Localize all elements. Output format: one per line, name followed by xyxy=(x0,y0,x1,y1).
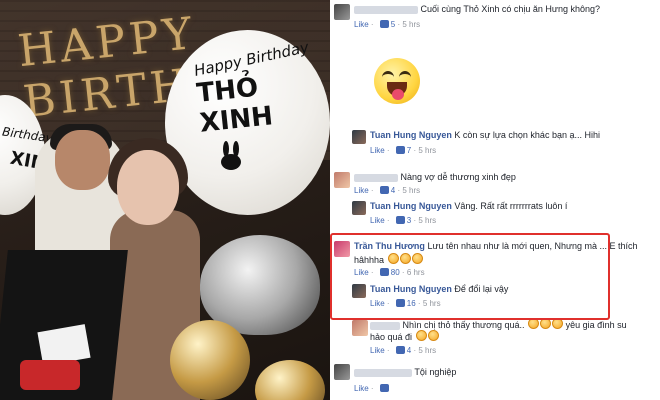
blurred-name xyxy=(370,321,400,330)
like-count[interactable]: 7 xyxy=(407,146,411,155)
like-link[interactable]: Like xyxy=(370,216,385,225)
comment-body: Vâng. Rất rất rrrrrrrats luôn í xyxy=(454,201,568,211)
like-link[interactable]: Like xyxy=(354,384,369,393)
comment-text: Nàng vợ dễ thương xinh đẹp xyxy=(354,172,516,183)
like-count[interactable]: 5 xyxy=(391,20,395,29)
avatar[interactable] xyxy=(352,130,366,144)
comment-body: K còn sự lựa chọn khác bạn ạ... Hihi xyxy=(454,130,600,140)
comments-panel[interactable]: Cuối cùng Thỏ Xinh có chịu ăn Hưng không… xyxy=(330,0,660,400)
birthday-photo: HAPPY BIRTHDAY Birthday XINH Happy Birth… xyxy=(0,0,330,400)
tongue-out-sticker-icon xyxy=(374,58,420,104)
comment-body: hảo quá đi xyxy=(370,332,413,342)
blurred-name xyxy=(354,173,398,182)
like-link[interactable]: Like xyxy=(370,346,385,355)
comment-text: Tội nghiệp xyxy=(354,367,456,378)
avatar[interactable] xyxy=(334,4,350,20)
thumbs-up-icon xyxy=(379,186,389,194)
comment-body: yêu gia đình su xyxy=(565,320,627,330)
comment-author[interactable]: Tuan Hung Nguyen xyxy=(370,201,452,211)
smile-emoji-icon xyxy=(415,330,427,341)
comment-body: Cuối cùng Thỏ Xinh có chịu ăn Hưng không… xyxy=(420,4,600,14)
comment-body: Nàng vợ dễ thương xinh đẹp xyxy=(400,172,516,182)
avatar[interactable] xyxy=(352,320,368,336)
gold-balloon xyxy=(255,360,325,400)
comment-text: Tuan Hung Nguyen Vâng. Rất rất rrrrrrrat… xyxy=(370,201,567,212)
man-head xyxy=(55,130,110,190)
like-count[interactable]: 3 xyxy=(407,216,411,225)
timestamp[interactable]: 5 hrs xyxy=(418,216,436,225)
like-count[interactable]: 4 xyxy=(391,186,395,195)
blurred-name xyxy=(354,5,418,14)
like-link[interactable]: Like xyxy=(354,186,369,195)
comment-body: Tội nghiệp xyxy=(414,367,457,377)
avatar[interactable] xyxy=(334,364,350,380)
comment-meta: Like · xyxy=(354,384,391,393)
like-link[interactable]: Like xyxy=(370,146,385,155)
timestamp[interactable]: 5 hrs xyxy=(402,20,420,29)
smile-emoji-icon xyxy=(427,330,439,341)
comment-meta: Like · 4 · 5 hrs xyxy=(370,346,437,355)
bunny-icon xyxy=(221,141,241,170)
highlight-box xyxy=(330,233,610,320)
thumbs-up-icon xyxy=(379,384,389,392)
avatar[interactable] xyxy=(334,172,350,188)
comment-meta: Like · 5 · 5 hrs xyxy=(354,20,421,29)
comment-text: Tuan Hung Nguyen K còn sự lựa chọn khác … xyxy=(370,130,600,141)
like-count[interactable]: 4 xyxy=(407,346,411,355)
timestamp[interactable]: 5 hrs xyxy=(418,146,436,155)
thumbs-up-icon xyxy=(395,146,405,154)
thumbs-up-icon xyxy=(395,216,405,224)
comment-meta: Like · 7 · 5 hrs xyxy=(370,146,437,155)
comment-meta: Like · 4 · 5 hrs xyxy=(354,186,421,195)
timestamp[interactable]: 5 hrs xyxy=(402,186,420,195)
comment-author[interactable]: Tuan Hung Nguyen xyxy=(370,130,452,140)
comment-text-cont: hảo quá đi xyxy=(370,330,439,343)
like-link[interactable]: Like xyxy=(354,20,369,29)
avatar[interactable] xyxy=(352,201,366,215)
thumbs-up-icon xyxy=(379,20,389,28)
comment-meta: Like · 3 · 5 hrs xyxy=(370,216,437,225)
comment-text: Cuối cùng Thỏ Xinh có chịu ăn Hưng không… xyxy=(354,4,600,15)
blurred-name xyxy=(354,368,412,377)
comment-body: Nhìn chị thỏ thấy thương quá.. xyxy=(402,320,525,330)
gold-balloon xyxy=(170,320,250,400)
red-ribbon xyxy=(20,360,80,390)
timestamp[interactable]: 5 hrs xyxy=(418,346,436,355)
thumbs-up-icon xyxy=(395,346,405,354)
woman-head xyxy=(117,150,179,225)
